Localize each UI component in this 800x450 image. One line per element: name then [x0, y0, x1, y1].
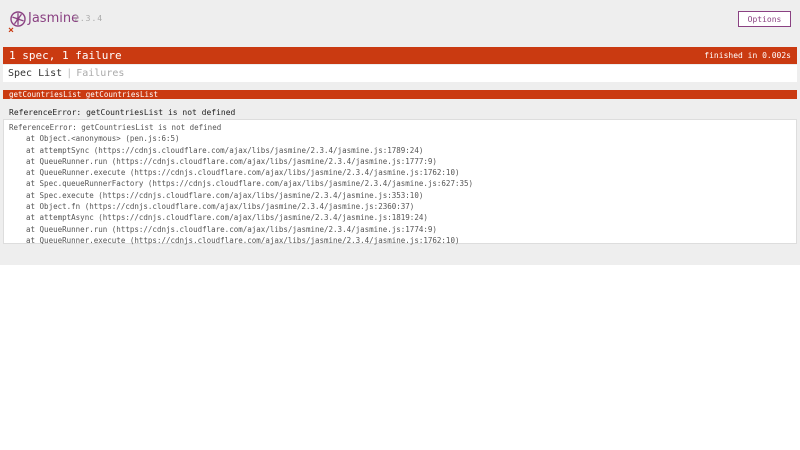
tab-spec-list[interactable]: Spec List — [8, 68, 62, 79]
failure-alert-bar: 1 spec, 1 failure finished in 0.002s — [3, 47, 797, 64]
stack-trace: ReferenceError: getCountriesList is not … — [3, 119, 797, 245]
stack-line: at Object.fn (https://cdnjs.cloudflare.c… — [26, 202, 415, 212]
jasmine-logo[interactable]: Jasmine — [10, 11, 79, 27]
tab-failures[interactable]: Failures — [76, 68, 124, 79]
logo-text: Jasmine — [28, 11, 80, 26]
stack-line: at Object.<anonymous> (pen.js:6:5) — [26, 134, 180, 144]
version-label: 2.3.4 — [74, 14, 104, 23]
menu-separator: | — [66, 68, 73, 79]
stack-header: ReferenceError: getCountriesList is not … — [9, 123, 222, 132]
stack-line: at QueueRunner.execute (https://cdnjs.cl… — [26, 168, 460, 178]
stack-line: at QueueRunner.run (https://cdnjs.cloudf… — [26, 224, 437, 234]
stack-line: at QueueRunner.run (https://cdnjs.cloudf… — [26, 156, 437, 166]
stack-line: at Spec.execute (https://cdnjs.cloudflar… — [26, 190, 424, 200]
jasmine-reporter: Jasmine 2.3.4 Options × 1 spec, 1 failur… — [0, 0, 800, 265]
duration-label: finished in 0.002s — [704, 51, 791, 60]
error-message: ReferenceError: getCountriesList is not … — [9, 108, 236, 117]
stack-line: at Spec.queueRunnerFactory (https://cdnj… — [26, 179, 474, 189]
failed-spec-link[interactable]: getCountriesList getCountriesList — [3, 90, 797, 99]
options-button[interactable]: Options — [738, 11, 791, 27]
banner: Jasmine 2.3.4 Options × — [0, 0, 800, 40]
stack-line: at attemptAsync (https://cdnjs.cloudflar… — [26, 213, 428, 223]
results-menu: Spec List | Failures — [3, 65, 797, 82]
close-icon[interactable]: × — [8, 25, 14, 37]
stack-line: at attemptSync (https://cdnjs.cloudflare… — [26, 145, 424, 155]
spec-summary: 1 spec, 1 failure — [9, 49, 122, 62]
stack-line: at QueueRunner.execute (https://cdnjs.cl… — [26, 235, 460, 245]
